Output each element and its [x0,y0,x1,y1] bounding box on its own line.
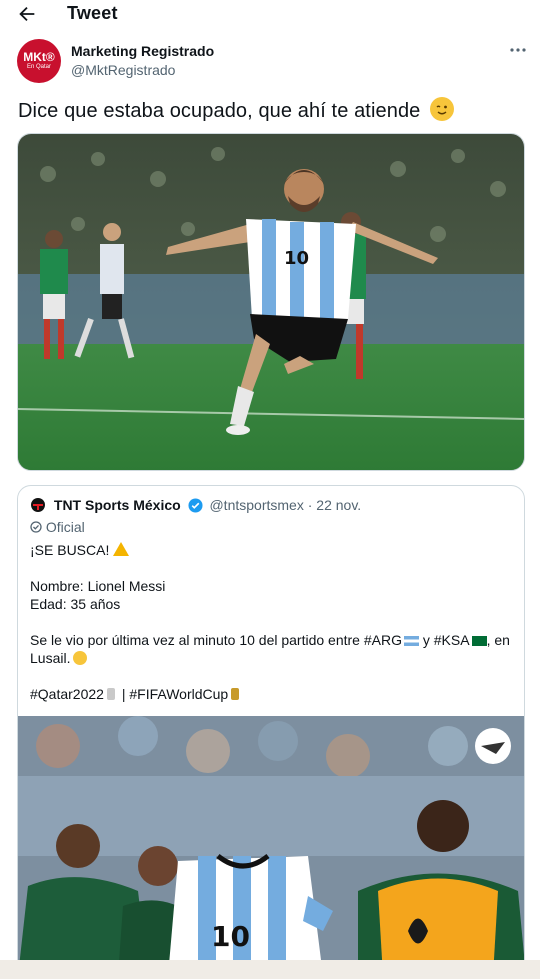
tweet-text: Dice que estaba ocupado, que ahí te atie… [18,97,455,123]
author-handle: @MktRegistrado [71,62,176,78]
svg-text:10: 10 [284,248,309,269]
players-photo: 10 [18,716,524,974]
more-options-icon[interactable] [508,43,528,57]
quoted-line-2: Nombre: Lionel Messi [30,578,166,594]
quoted-author-name: TNT Sports México [53,497,181,513]
affiliation-text: Oficial [45,519,85,535]
trophy-icon-2 [231,688,240,700]
tweet-body: Dice que estaba ocupado, que ahí te atie… [18,100,421,122]
quoted-line-4b: y #KSA [418,632,470,648]
tweet-photo[interactable]: 10 [17,133,525,471]
author-name[interactable]: Marketing Registrado [71,43,214,59]
quoted-author-handle: @tntsportsmex [209,497,304,513]
winking-face-icon [430,97,455,121]
anxious-face-icon [73,651,88,665]
separator-dot: · [307,497,313,513]
quoted-line-3: Edad: 35 años [30,596,121,612]
trophy-icon-1 [106,688,115,700]
affiliation-label: Oficial [30,519,85,535]
tnt-sports-logo-icon [31,498,45,512]
saudi-arabia-flag-icon [471,636,487,646]
quoted-line-4a: Se le vio por última vez al minuto 10 de… [30,632,402,648]
celebration-photo: 10 [18,134,524,470]
quoted-date: 22 nov. [316,497,362,513]
quoted-tweet-header: TNT Sports México @tntsportsmex · 22 nov… [30,497,361,513]
verified-badge-icon [188,498,203,513]
affiliation-badge-icon [30,521,42,533]
argentina-flag-icon [403,636,419,646]
quoted-line-4c: , en [486,632,510,648]
quoted-line-5: Lusail. [30,650,71,666]
top-bar: Tweet [0,0,540,30]
avatar-logo-text: MKt® [23,50,55,64]
quoted-tweet[interactable]: TNT Sports México @tntsportsmex · 22 nov… [17,485,525,975]
quoted-line-1: ¡SE BUSCA! [30,542,110,558]
quoted-tweet-body: ¡SE BUSCA! Nombre: Lionel Messi Edad: 35… [30,541,514,703]
messi-jersey: 10 [168,853,333,974]
avatar-logo-subtext: En Qatar [26,64,51,70]
back-arrow-icon[interactable] [16,3,38,25]
hashtag-qatar2022[interactable]: #Qatar2022 [30,686,104,702]
warning-icon [113,542,130,556]
quoted-tweet-photo[interactable]: 10 [18,716,524,974]
avatar[interactable]: MKt® En Qatar [17,39,61,83]
svg-text:10: 10 [211,920,250,953]
bottom-strip [0,960,540,979]
page-title: Tweet [67,3,118,23]
hashtag-fifaworldcup[interactable]: | #FIFAWorldCup [118,686,228,702]
